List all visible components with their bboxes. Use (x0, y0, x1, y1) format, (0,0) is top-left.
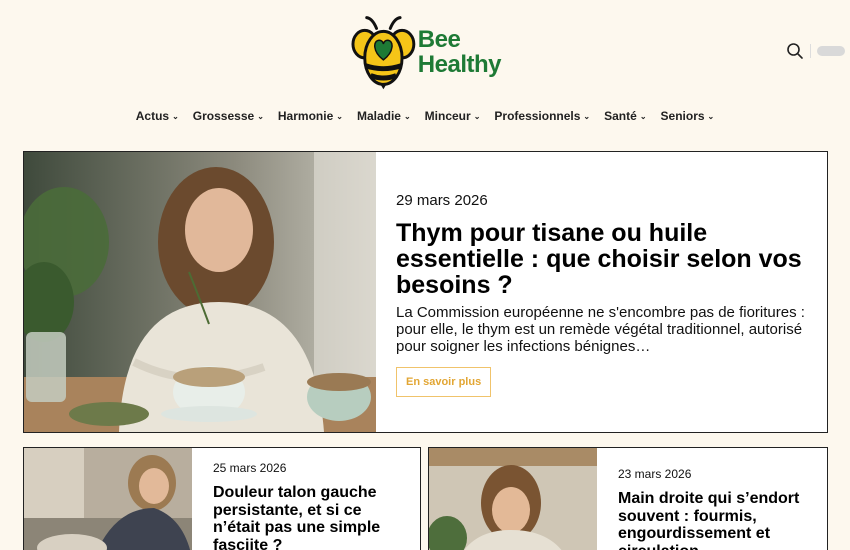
article-card-content: 25 mars 2026 Douleur talon gauche persis… (213, 461, 413, 550)
nav-item-minceur[interactable]: Minceur ⌄ (418, 105, 488, 127)
article-card-image[interactable] (429, 448, 597, 550)
chevron-down-icon: ⌄ (403, 112, 411, 121)
nav-item-professionnels[interactable]: Professionnels ⌄ (487, 105, 597, 127)
featured-article-content: 29 mars 2026 Thym pour tisane ou huile e… (396, 192, 821, 397)
chevron-down-icon: ⌄ (172, 112, 179, 121)
search-button[interactable] (786, 42, 804, 60)
theme-toggle[interactable] (817, 46, 845, 56)
nav-label: Seniors (660, 109, 705, 123)
article-title[interactable]: Thym pour tisane ou huile essentielle : … (396, 220, 821, 298)
brand-name-line1: Bee (417, 26, 461, 53)
bee-heart-logo-icon (351, 16, 416, 90)
nav-item-maladie[interactable]: Maladie ⌄ (350, 105, 418, 127)
chevron-down-icon: ⌄ (583, 112, 591, 121)
chevron-down-icon: ⌄ (336, 112, 343, 121)
chevron-down-icon: ⌄ (473, 112, 481, 121)
nav-label: Grossesse (192, 109, 255, 123)
nav-item-harmonie[interactable]: Harmonie ⌄ (271, 105, 350, 127)
nav-item-actus[interactable]: Actus ⌄ (129, 105, 186, 127)
article-title[interactable]: Douleur talon gauche persistante, et si … (213, 484, 413, 550)
site-logo[interactable]: Bee Healthy (351, 14, 502, 90)
nav-label: Professionnels (494, 109, 581, 123)
article-card-image[interactable] (24, 448, 192, 550)
article-date: 29 mars 2026 (396, 192, 488, 209)
nav-label: Minceur (424, 109, 471, 123)
nav-item-seniors[interactable]: Seniors ⌄ (654, 105, 722, 127)
featured-article: 29 mars 2026 Thym pour tisane ou huile e… (23, 151, 828, 433)
article-date: 25 mars 2026 (213, 461, 287, 475)
article-card-content: 23 mars 2026 Main droite qui s’endort so… (618, 467, 818, 550)
read-more-button[interactable]: En savoir plus (396, 367, 492, 397)
main-nav: Actus ⌄ Grossesse ⌄ Harmonie ⌄ Maladie ⌄ Min… (0, 105, 850, 127)
chevron-down-icon: ⌄ (707, 112, 715, 121)
nav-label: Maladie (356, 109, 401, 123)
nav-item-grossesse[interactable]: Grossesse ⌄ (186, 105, 271, 127)
nav-item-sante[interactable]: Santé ⌄ (597, 105, 653, 127)
featured-article-image[interactable] (24, 152, 376, 432)
nav-label: Harmonie (277, 109, 334, 123)
article-card: 23 mars 2026 Main droite qui s’endort so… (428, 447, 828, 550)
chevron-down-icon: ⌄ (257, 112, 264, 121)
article-card: 25 mars 2026 Douleur talon gauche persis… (23, 447, 421, 550)
header-divider (810, 44, 811, 58)
search-icon (787, 43, 803, 59)
brand-name-line2: Healthy (417, 51, 502, 78)
nav-label: Actus (135, 109, 170, 123)
brand-name: Bee Healthy (417, 26, 502, 78)
nav-label: Santé (604, 109, 637, 123)
article-title[interactable]: Main droite qui s’endort souvent : fourm… (618, 490, 818, 550)
article-date: 23 mars 2026 (618, 467, 692, 481)
article-excerpt: La Commission européenne ne s'encombre p… (396, 304, 805, 355)
chevron-down-icon: ⌄ (639, 112, 647, 121)
site-header: Bee Healthy (0, 0, 850, 100)
